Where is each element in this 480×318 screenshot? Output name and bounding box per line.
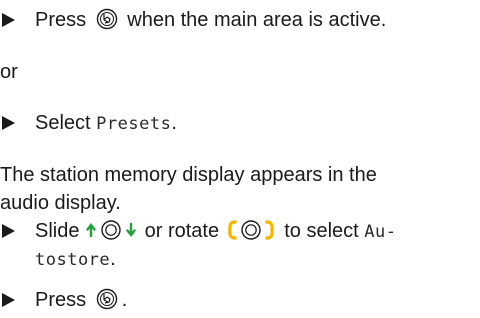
bullet-arrow-icon	[0, 284, 16, 316]
step-text: Press when the main area is active.	[35, 4, 386, 36]
step-text: Press .	[35, 284, 127, 316]
step-text: Select Presets.	[35, 107, 177, 140]
step-slide-label: Slide	[35, 220, 80, 242]
step-press-label: Press	[35, 289, 87, 311]
step-slide-continuation: tostore.	[35, 243, 116, 275]
step-press-rest: when the main area is active.	[127, 9, 387, 31]
controller-slide-icon	[85, 219, 137, 241]
instruction-page: Press when the main area is active. or S…	[0, 0, 480, 318]
controller-press-icon	[96, 288, 118, 310]
menu-item-presets: Presets	[96, 114, 172, 134]
step-end-period: .	[110, 248, 116, 270]
controller-press-icon	[96, 8, 118, 30]
controller-rotate-icon	[225, 219, 277, 241]
menu-item-autostore-part2: tostore	[35, 250, 111, 270]
bullet-arrow-icon	[0, 4, 16, 36]
bullet-arrow-icon	[0, 215, 16, 247]
step-or-rotate-label: or rotate	[144, 220, 220, 242]
menu-item-autostore-part1: Au-	[364, 222, 397, 242]
step-end-period: .	[121, 289, 128, 311]
bullet-arrow-icon	[0, 107, 16, 139]
or-separator: or	[0, 61, 18, 83]
step-select-label: Select	[35, 112, 91, 134]
step-press-label: Press	[35, 9, 87, 31]
step-to-select-label: to select	[284, 220, 359, 242]
step-end-period: .	[171, 112, 177, 134]
